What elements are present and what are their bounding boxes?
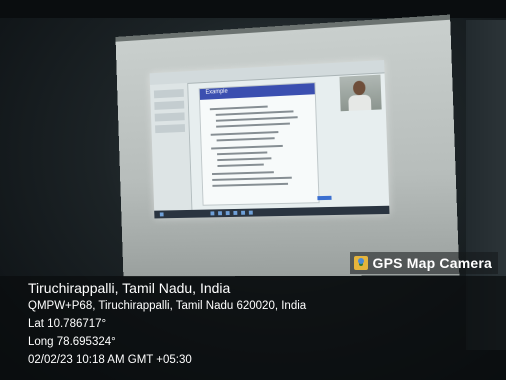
taskbar-icon bbox=[249, 211, 253, 215]
taskbar-icon bbox=[210, 211, 214, 215]
taskbar-icon bbox=[160, 212, 164, 216]
photo-scene: Example GPS Map Camera Tiruchirappalli, … bbox=[0, 0, 506, 380]
slide-title: Example bbox=[205, 89, 227, 96]
slide-text-line bbox=[216, 110, 294, 116]
projected-slide-thumbnails bbox=[150, 83, 192, 211]
slide-text-line bbox=[217, 157, 271, 161]
slide-text-line bbox=[211, 131, 279, 136]
taskbar-icon bbox=[233, 211, 237, 215]
slide-thumbnail bbox=[154, 101, 184, 110]
projected-blue-button bbox=[317, 196, 331, 200]
latitude-line: Lat 10.786717° bbox=[28, 318, 106, 330]
slide-text-line bbox=[217, 164, 263, 167]
slide-text-line bbox=[210, 106, 268, 111]
slide-text-line bbox=[217, 151, 267, 155]
slide-text-line bbox=[212, 183, 288, 187]
slide-thumbnail bbox=[155, 124, 185, 133]
slide-text-line bbox=[211, 145, 283, 150]
presenter-head bbox=[353, 81, 366, 96]
taskbar-icon bbox=[241, 211, 245, 215]
slide-thumbnail bbox=[154, 89, 184, 98]
slide-text-line bbox=[216, 123, 290, 128]
address-line: QMPW+P68, Tiruchirappalli, Tamil Nadu 62… bbox=[28, 300, 306, 312]
longitude-line: Long 78.695324° bbox=[28, 336, 116, 348]
location-title: Tiruchirappalli, Tamil Nadu, India bbox=[28, 280, 230, 296]
projection-screen: Example bbox=[115, 15, 459, 277]
slide-text-line bbox=[216, 116, 298, 122]
gps-badge-label: GPS Map Camera bbox=[372, 255, 492, 271]
projected-desktop: Example bbox=[150, 60, 390, 218]
slide-thumbnail bbox=[155, 112, 185, 121]
slide-text-line bbox=[217, 137, 275, 141]
map-pin-icon bbox=[354, 256, 368, 270]
slide-title-bar: Example bbox=[200, 83, 315, 100]
slide-text-line bbox=[212, 177, 292, 181]
gps-map-camera-badge: GPS Map Camera bbox=[350, 252, 498, 274]
geotag-info-panel: Tiruchirappalli, Tamil Nadu, India QMPW+… bbox=[0, 276, 506, 380]
projected-slide: Example bbox=[199, 82, 320, 206]
presenter-webcam-feed bbox=[339, 75, 381, 112]
timestamp-line: 02/02/23 10:18 AM GMT +05:30 bbox=[28, 354, 192, 366]
slide-text-line bbox=[212, 171, 274, 175]
taskbar-icon bbox=[226, 211, 230, 215]
presenter-body bbox=[348, 95, 371, 111]
taskbar-icon bbox=[218, 211, 222, 215]
